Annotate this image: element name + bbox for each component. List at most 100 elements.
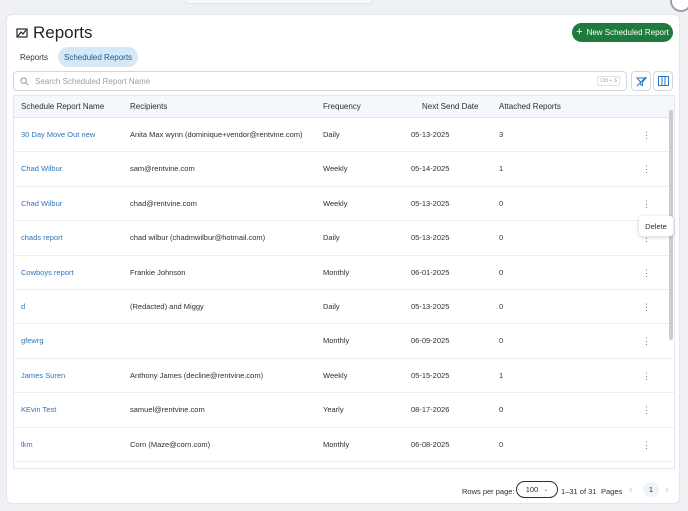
page-number-current[interactable]: 1 xyxy=(643,482,659,497)
frequency-cell: Daily xyxy=(323,233,340,243)
avatar[interactable] xyxy=(670,0,688,12)
table-row[interactable]: KEvin Test samuel@rentvine.com Yearly 08-17… xyxy=(14,393,674,428)
columns-icon xyxy=(657,76,669,86)
global-search-pill[interactable] xyxy=(183,0,373,4)
attached-reports-cell: 1 xyxy=(499,164,504,174)
search-shortcut: Ctrl + S xyxy=(597,76,620,86)
frequency-cell: Yearly xyxy=(323,405,344,415)
col-header-recipients[interactable]: Recipients xyxy=(130,96,167,118)
recipients-cell: sam@rentvine.com xyxy=(130,164,195,174)
tabs: Reports Scheduled Reports xyxy=(14,47,139,67)
page-range: 1–31 of 31 xyxy=(561,487,597,496)
report-name-link[interactable]: Cowboys report xyxy=(21,256,74,290)
more-options-icon[interactable]: ⋮ xyxy=(642,359,651,393)
frequency-cell: Monthly xyxy=(323,267,350,277)
recipients-cell: chad wilbur (chadmwilbur@hotmail.com) xyxy=(130,233,266,243)
table-row[interactable]: d (Redacted) and Miggy Daily 05-13-2025 0 ⋮ xyxy=(14,290,674,325)
delete-menu-item[interactable]: Delete xyxy=(639,216,673,236)
report-name-link[interactable]: Chad Wilbur xyxy=(21,152,62,186)
next-send-date-cell: 08-17-2026 xyxy=(411,405,450,415)
plus-icon: + xyxy=(576,26,583,38)
attached-reports-cell: 3 xyxy=(499,130,504,139)
next-send-date-cell: 05-13-2025 xyxy=(411,301,450,311)
attached-reports-cell: 0 xyxy=(499,405,504,415)
col-header-name[interactable]: Schedule Report Name xyxy=(21,96,104,118)
more-options-icon[interactable]: ⋮ xyxy=(642,152,651,186)
table-row[interactable]: gfewrg Monthly 06-09-2025 0 ⋮ xyxy=(14,324,674,359)
more-options-icon[interactable]: ⋮ xyxy=(642,393,651,427)
prev-page-icon[interactable]: ‹ xyxy=(629,484,633,496)
table-row[interactable]: 30 Day Move Out new Anita Max wynn (domin… xyxy=(14,118,674,153)
next-send-date-cell: 05-14-2025 xyxy=(411,164,450,174)
table-row[interactable]: chads report chad wilbur (chadmwilbur@hot… xyxy=(14,221,674,256)
reports-icon xyxy=(16,28,28,38)
new-scheduled-report-label: New Scheduled Report xyxy=(586,28,669,37)
rows-per-page-select[interactable]: 100 ⌄ xyxy=(516,481,558,498)
report-name-link[interactable]: lkm xyxy=(21,428,33,462)
recipients-cell: Anita Max wynn (dominique+vendor@rentvin… xyxy=(130,130,303,139)
next-send-date-cell: 06-08-2025 xyxy=(411,439,450,449)
rows-per-page-label: Rows per page: xyxy=(462,487,515,496)
reports-card: Reports + New Scheduled Report Reports S… xyxy=(6,14,680,504)
report-name-link[interactable]: James Suren xyxy=(21,359,65,393)
report-name-link[interactable]: chads report xyxy=(21,221,63,255)
frequency-cell: Daily xyxy=(323,301,340,311)
table-row[interactable]: James Suren Anthony James (decline@rentvi… xyxy=(14,359,674,394)
more-options-icon[interactable]: ⋮ xyxy=(642,256,651,290)
col-header-next-send-date[interactable]: Next Send Date xyxy=(422,96,478,118)
report-name-link[interactable]: gfewrg xyxy=(21,324,44,358)
recipients-cell: Corn (Maze@corn.com) xyxy=(130,439,211,449)
frequency-cell: Weekly xyxy=(323,164,348,174)
report-name-link[interactable]: KEvin Test xyxy=(21,393,56,427)
attached-reports-cell: 0 xyxy=(499,336,504,346)
columns-button[interactable] xyxy=(653,71,673,91)
next-send-date-cell: 06-01-2025 xyxy=(411,267,450,277)
table-row[interactable]: Cowboys report Frankie Johnson Monthly 06-0… xyxy=(14,256,674,290)
chevron-down-icon: ⌄ xyxy=(543,487,549,493)
search-input[interactable] xyxy=(35,76,598,86)
col-header-frequency[interactable]: Frequency xyxy=(323,96,361,118)
more-options-icon[interactable]: ⋮ xyxy=(642,324,651,358)
attached-reports-cell: 0 xyxy=(499,267,504,277)
filter-off-icon xyxy=(635,76,647,86)
frequency-cell: Monthly xyxy=(323,336,350,346)
table-body: 30 Day Move Out new Anita Max wynn (domin… xyxy=(14,118,674,462)
more-options-icon[interactable]: ⋮ xyxy=(642,428,651,462)
next-send-date-cell: 05-13-2025 xyxy=(411,130,450,139)
attached-reports-cell: 0 xyxy=(499,233,504,243)
pages-label: Pages xyxy=(601,487,623,496)
report-name-link[interactable]: d xyxy=(21,290,25,324)
next-send-date-cell: 06-09-2025 xyxy=(411,336,450,346)
attached-reports-cell: 0 xyxy=(499,439,504,449)
next-send-date-cell: 05-15-2025 xyxy=(411,370,450,380)
frequency-cell: Daily xyxy=(323,130,340,139)
rows-per-page-value: 100 xyxy=(525,485,539,494)
recipients-cell: Anthony James (decline@rentvine.com) xyxy=(130,370,264,380)
table-row[interactable]: Chad Wilbur sam@rentvine.com Weekly 05-14-2… xyxy=(14,152,674,187)
tab-reports[interactable]: Reports xyxy=(14,47,54,67)
attached-reports-cell: 0 xyxy=(499,301,504,311)
scheduled-reports-table: Schedule Report Name Recipients Frequenc… xyxy=(13,95,675,469)
attached-reports-cell: 0 xyxy=(499,198,504,208)
table-row[interactable]: lkm Corn (Maze@corn.com) Monthly 06-08-2025… xyxy=(14,428,674,462)
recipients-cell: samuel@rentvine.com xyxy=(130,405,205,415)
search-icon xyxy=(20,76,29,85)
recipients-cell: Frankie Johnson xyxy=(130,267,186,277)
frequency-cell: Weekly xyxy=(323,198,348,208)
more-options-icon[interactable]: ⋮ xyxy=(642,118,651,152)
frequency-cell: Monthly xyxy=(323,439,350,449)
more-options-icon[interactable]: ⋮ xyxy=(642,290,651,324)
filter-off-button[interactable] xyxy=(631,71,651,91)
tab-scheduled-reports[interactable]: Scheduled Reports xyxy=(58,47,139,67)
new-scheduled-report-button[interactable]: + New Scheduled Report xyxy=(572,23,673,42)
table-row[interactable]: Chad Wilbur chad@rentvine.com Weekly 05-13-… xyxy=(14,187,674,222)
frequency-cell: Weekly xyxy=(323,370,348,380)
report-name-link[interactable]: 30 Day Move Out new xyxy=(21,118,95,152)
next-send-date-cell: 05-13-2025 xyxy=(411,233,450,243)
next-page-icon[interactable]: › xyxy=(665,484,669,496)
top-strip xyxy=(0,0,688,12)
search-box: Ctrl + S xyxy=(13,71,627,91)
report-name-link[interactable]: Chad Wilbur xyxy=(21,187,62,221)
attached-reports-cell: 1 xyxy=(499,370,504,380)
col-header-attached-reports[interactable]: Attached Reports xyxy=(499,96,561,118)
